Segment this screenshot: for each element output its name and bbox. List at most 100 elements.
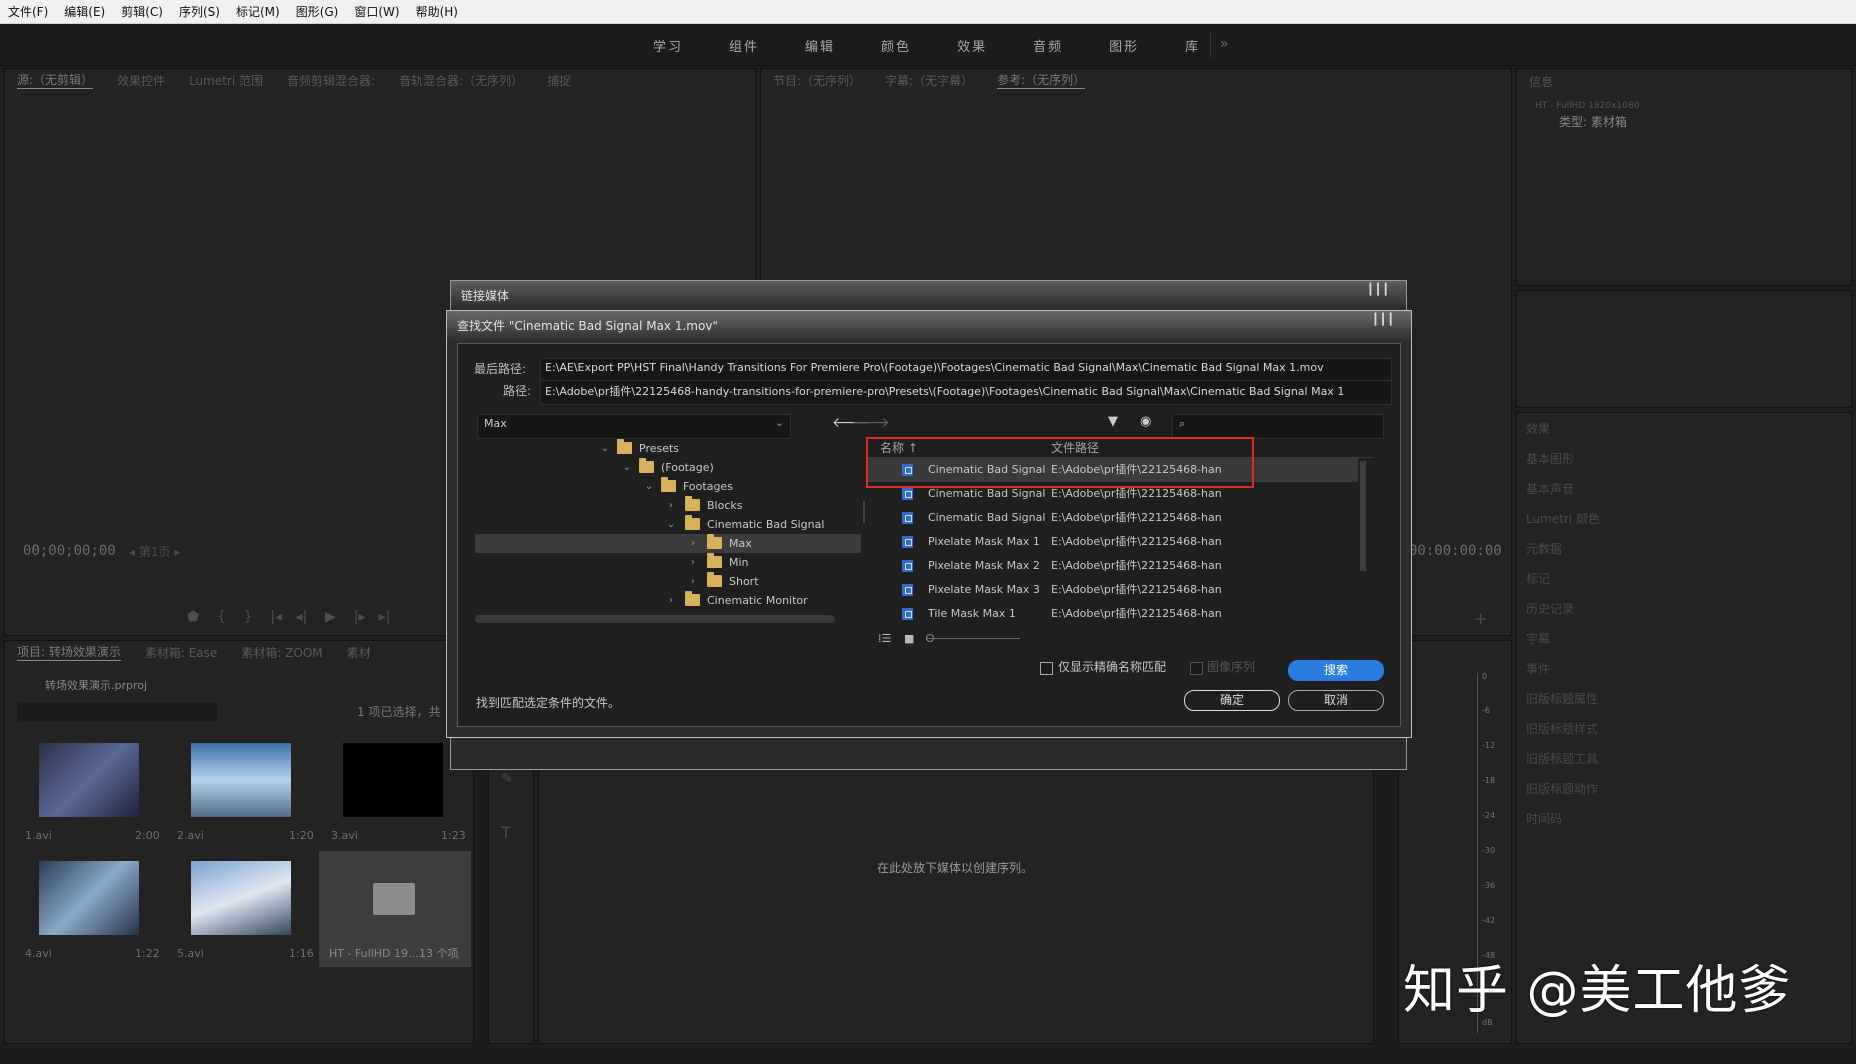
clip-thumbnail-2[interactable]: [191, 743, 291, 817]
menu-graphics[interactable]: 图形(G): [288, 3, 347, 20]
file-row[interactable]: Pixelate Mask Max 3 E:\Adobe\pr插件\221254…: [868, 578, 1358, 602]
menu-sequence[interactable]: 序列(S): [171, 3, 228, 20]
clip-thumbnail-3[interactable]: [343, 743, 443, 817]
tab-reference[interactable]: 参考:（无序列）: [997, 71, 1086, 89]
file-row[interactable]: Tile Mask Max 1 E:\Adobe\pr插件\22125468-h…: [868, 602, 1358, 626]
workspace-audio[interactable]: 音频: [1033, 36, 1063, 55]
link-media-titlebar[interactable]: 链接媒体 ┃┃┃: [451, 281, 1406, 307]
tree-collapse-icon[interactable]: ›: [687, 534, 699, 553]
folder-dropdown[interactable]: Max ⌄: [477, 414, 791, 439]
zoom-slider-handle[interactable]: [926, 634, 934, 642]
tab-bin-ease[interactable]: 素材箱: Ease: [145, 644, 217, 661]
tree-expand-icon[interactable]: ⌄: [665, 515, 677, 534]
program-timecode[interactable]: 00:00:00:00: [1409, 543, 1502, 559]
icon-view-icon[interactable]: ■: [904, 632, 914, 645]
filter-icon[interactable]: ▼: [1108, 414, 1118, 429]
right-item-legacy-title-properties[interactable]: 旧版标题属性: [1526, 690, 1598, 707]
tab-project[interactable]: 项目: 转场效果演示: [17, 643, 121, 661]
tree-expand-icon[interactable]: ⌄: [621, 458, 633, 477]
tab-captions[interactable]: 字幕:（无字幕）: [885, 72, 973, 89]
visibility-eye-icon[interactable]: ◉: [1140, 414, 1151, 429]
tree-collapse-icon[interactable]: ›: [687, 553, 699, 572]
tree-row-footages[interactable]: ⌄ Footages: [475, 477, 861, 496]
project-search-input[interactable]: [17, 703, 217, 721]
tree-row-short[interactable]: › Short: [475, 572, 861, 591]
zoom-slider[interactable]: [926, 638, 1020, 639]
workspace-effects[interactable]: 效果: [957, 36, 987, 55]
file-row[interactable]: Cinematic Bad Signal E:\Adobe\pr插件\22125…: [868, 506, 1358, 530]
tab-program[interactable]: 节目:（无序列）: [773, 72, 861, 89]
tree-row-cinematic-bad-signal[interactable]: ⌄ Cinematic Bad Signal: [475, 515, 861, 534]
path-field[interactable]: E:\Adobe\pr插件\22125468-handy-transitions…: [540, 380, 1392, 405]
info-tab[interactable]: 信息: [1529, 73, 1553, 90]
menu-markers[interactable]: 标记(M): [228, 3, 288, 20]
clip-thumbnail-4[interactable]: [39, 861, 139, 935]
tree-expand-icon[interactable]: ⌄: [599, 439, 611, 458]
file-row[interactable]: Pixelate Mask Max 2 E:\Adobe\pr插件\221254…: [868, 554, 1358, 578]
add-button-icon[interactable]: +: [1474, 609, 1487, 628]
file-search-input[interactable]: ⌕: [1172, 414, 1384, 439]
type-tool-icon[interactable]: T: [501, 823, 511, 842]
bin-item-selected[interactable]: HT - FullHD 19... 13 个项: [319, 851, 471, 967]
menu-clip[interactable]: 剪辑(C): [113, 3, 171, 20]
tree-vertical-scrollbar[interactable]: [863, 501, 865, 523]
tree-expand-icon[interactable]: ⌄: [643, 477, 655, 496]
right-item-history[interactable]: 历史记录: [1526, 600, 1574, 617]
tree-collapse-icon[interactable]: ›: [665, 591, 677, 610]
tab-source[interactable]: 源:（无剪辑）: [17, 71, 94, 89]
tree-row-cinematic-monitor[interactable]: › Cinematic Monitor: [475, 591, 861, 610]
tree-collapse-icon[interactable]: ›: [687, 572, 699, 591]
tab-effect-controls[interactable]: 效果控件: [117, 72, 165, 89]
workspace-more-button[interactable]: »: [1220, 36, 1229, 52]
tab-capture[interactable]: 捕捉: [547, 72, 571, 89]
locate-file-titlebar[interactable]: 查找文件 "Cinematic Bad Signal Max 1.mov" ┃┃…: [447, 311, 1411, 343]
menu-edit[interactable]: 编辑(E): [56, 3, 113, 20]
workspace-learning[interactable]: 学习: [653, 36, 683, 55]
tree-row-min[interactable]: › Min: [475, 553, 861, 572]
right-item-legacy-title-actions[interactable]: 旧版标题动作: [1526, 780, 1598, 797]
tree-row-footage[interactable]: ⌄ (Footage): [475, 458, 861, 477]
tab-lumetri-scopes[interactable]: Lumetri 范围: [189, 72, 263, 89]
tree-collapse-icon[interactable]: ›: [665, 496, 677, 515]
tab-bin-more[interactable]: 素材: [347, 644, 371, 661]
tree-row-presets[interactable]: ⌄ Presets: [475, 439, 861, 458]
right-item-essential-graphics[interactable]: 基本图形: [1526, 450, 1574, 467]
right-item-metadata[interactable]: 元数据: [1526, 540, 1562, 557]
workspace-libraries[interactable]: 库: [1185, 36, 1200, 55]
search-button[interactable]: 搜索: [1288, 660, 1384, 681]
menu-help[interactable]: 帮助(H): [408, 3, 466, 20]
exact-match-checkbox[interactable]: [1040, 662, 1053, 675]
list-view-icon[interactable]: ⁞☰: [878, 632, 891, 645]
menu-window[interactable]: 窗口(W): [346, 3, 407, 20]
workspace-assembly[interactable]: 组件: [729, 36, 759, 55]
tree-row-blocks[interactable]: › Blocks: [475, 496, 861, 515]
right-item-captions[interactable]: 字幕: [1526, 630, 1550, 647]
file-row[interactable]: Pixelate Mask Max 1 E:\Adobe\pr插件\221254…: [868, 530, 1358, 554]
workspace-graphics[interactable]: 图形: [1109, 36, 1139, 55]
source-timecode[interactable]: 00;00;00;00: [23, 543, 116, 559]
right-item-events[interactable]: 事件: [1526, 660, 1550, 677]
right-item-lumetri-color[interactable]: Lumetri 颜色: [1526, 510, 1600, 527]
workspace-editing[interactable]: 编辑: [805, 36, 835, 55]
cancel-button[interactable]: 取消: [1288, 690, 1384, 711]
workspace-color[interactable]: 颜色: [881, 36, 911, 55]
clip-thumbnail-5[interactable]: [191, 861, 291, 935]
image-sequence-checkbox[interactable]: [1190, 662, 1203, 675]
right-item-essential-sound[interactable]: 基本声音: [1526, 480, 1574, 497]
right-item-timecode[interactable]: 时间码: [1526, 810, 1562, 827]
right-item-legacy-title-tools[interactable]: 旧版标题工具: [1526, 750, 1598, 767]
tab-bin-zoom[interactable]: 素材箱: ZOOM: [241, 644, 322, 661]
source-page-selector[interactable]: ◂ 第1页 ▸: [129, 543, 180, 560]
right-item-effects[interactable]: 效果: [1526, 420, 1550, 437]
file-list-scrollbar[interactable]: [1360, 461, 1366, 571]
tab-audio-clip-mixer[interactable]: 音频剪辑混合器:: [287, 72, 375, 89]
tab-audio-track-mixer[interactable]: 音轨混合器:（无序列）: [399, 72, 523, 89]
ok-button[interactable]: 确定: [1184, 690, 1280, 711]
clip-thumbnail-1[interactable]: [39, 743, 139, 817]
right-item-markers[interactable]: 标记: [1526, 570, 1550, 587]
right-item-legacy-title-styles[interactable]: 旧版标题样式: [1526, 720, 1598, 737]
tree-horizontal-scrollbar[interactable]: [475, 615, 835, 623]
pen-tool-icon[interactable]: ✎: [501, 771, 513, 787]
menu-file[interactable]: 文件(F): [0, 3, 56, 20]
forward-arrow-icon[interactable]: 🡒: [852, 414, 890, 431]
